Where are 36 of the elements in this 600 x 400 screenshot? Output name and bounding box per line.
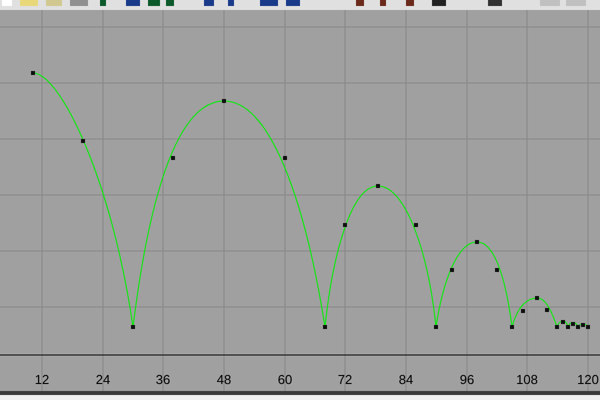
animation-curve[interactable] — [32, 72, 588, 328]
keyframe-marker[interactable] — [171, 156, 175, 160]
frame-label: 48 — [216, 372, 232, 388]
keyframe-marker[interactable] — [555, 325, 559, 329]
frame-label: 60 — [278, 372, 292, 388]
keyframe-marker[interactable] — [376, 184, 380, 188]
frame-label: 72 — [338, 372, 352, 388]
keyframe-marker[interactable] — [343, 223, 347, 227]
keyframe-marker[interactable] — [131, 325, 135, 329]
keyframe-marker[interactable] — [545, 308, 549, 312]
keyframe-marker[interactable] — [521, 309, 525, 313]
keyframe-marker[interactable] — [495, 268, 499, 272]
keyframe-marker[interactable] — [323, 325, 327, 329]
keyframe-marker[interactable] — [414, 223, 418, 227]
keyframe-marker[interactable] — [31, 71, 35, 75]
keyframe-marker[interactable] — [475, 240, 479, 244]
keyframe-marker[interactable] — [283, 156, 287, 160]
keyframe-marker[interactable] — [510, 325, 514, 329]
frame-label: 96 — [460, 372, 474, 388]
keyframe-marker[interactable] — [586, 325, 590, 329]
frame-label: 36 — [156, 372, 170, 388]
keyframe-marker[interactable] — [581, 323, 585, 327]
keyframe-marker[interactable] — [566, 325, 570, 329]
keyframe-marker[interactable] — [571, 322, 575, 326]
frame-label: 120 — [577, 372, 599, 388]
frame-label: 12 — [34, 372, 50, 388]
keyframe-marker[interactable] — [222, 99, 226, 103]
keyframe-marker[interactable] — [535, 296, 539, 300]
frame-label: 24 — [96, 372, 110, 388]
keyframe-marker[interactable] — [434, 325, 438, 329]
keyframe-marker[interactable] — [81, 139, 85, 143]
frame-label: 108 — [516, 372, 538, 388]
keyframe-marker[interactable] — [561, 320, 565, 324]
keyframe-marker[interactable] — [450, 268, 454, 272]
keyframe-marker[interactable] — [576, 325, 580, 329]
frame-label: 84 — [398, 372, 414, 388]
